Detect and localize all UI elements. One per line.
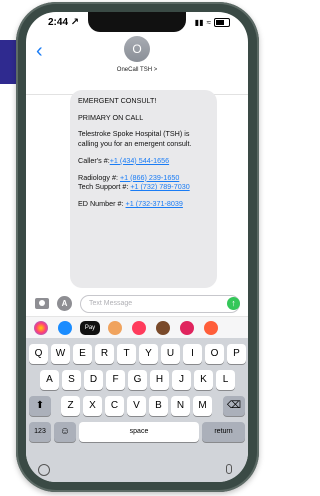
- battery-icon: [214, 18, 230, 27]
- status-icons: ▮▮ ≈: [195, 18, 230, 27]
- key-c[interactable]: C: [105, 396, 124, 416]
- shift-key[interactable]: ⬆: [29, 396, 51, 416]
- key-row-1: QWERTYUIOP: [26, 344, 248, 364]
- music-icon[interactable]: [156, 321, 170, 335]
- ed-phone-link[interactable]: +1 (732-371-8039: [126, 199, 183, 208]
- key-j[interactable]: J: [172, 370, 191, 390]
- ed-line: ED Number #: +1 (732-371-8039: [78, 199, 209, 209]
- app-drawer: Pay: [26, 316, 248, 339]
- key-h[interactable]: H: [150, 370, 169, 390]
- keyboard: QWERTYUIOP ASDFGHJKL ⬆ ⌫ ZXCVBNM 123 ☺ s…: [26, 338, 248, 482]
- key-t[interactable]: T: [117, 344, 136, 364]
- status-time: 2:44 ↗: [48, 17, 80, 28]
- key-f[interactable]: F: [106, 370, 125, 390]
- space-key[interactable]: space: [79, 422, 199, 442]
- caller-line: Caller's #:+1 (434) 544-1656: [78, 156, 209, 166]
- key-a[interactable]: A: [40, 370, 59, 390]
- key-e[interactable]: E: [73, 344, 92, 364]
- more-app-icon[interactable]: [204, 321, 218, 335]
- photos-icon[interactable]: [34, 321, 48, 335]
- key-q[interactable]: Q: [29, 344, 48, 364]
- key-n[interactable]: N: [171, 396, 190, 416]
- key-v[interactable]: V: [127, 396, 146, 416]
- key-o[interactable]: O: [205, 344, 224, 364]
- ed-label: ED Number #:: [78, 199, 124, 209]
- key-u[interactable]: U: [161, 344, 180, 364]
- camera-icon[interactable]: [35, 298, 49, 309]
- key-z[interactable]: Z: [61, 396, 80, 416]
- key-d[interactable]: D: [84, 370, 103, 390]
- key-i[interactable]: I: [183, 344, 202, 364]
- signal-icon: ▮▮: [194, 18, 204, 27]
- key-m[interactable]: M: [193, 396, 212, 416]
- notch: [88, 12, 186, 32]
- conversation-header: ‹ O OneCall TSH >: [26, 32, 248, 95]
- phone-screen: 2:44 ↗ ▮▮ ≈ ‹ O OneCall TSH > EMERGENT C…: [26, 12, 248, 482]
- key-w[interactable]: W: [51, 344, 70, 364]
- key-s[interactable]: S: [62, 370, 81, 390]
- microphone-icon[interactable]: [226, 464, 232, 474]
- caller-label: Caller's #:: [78, 155, 110, 165]
- message-line: PRIMARY ON CALL: [78, 112, 144, 122]
- radiology-line: Radiology #: +1 (866) 239-1650: [78, 173, 209, 183]
- globe-icon[interactable]: [38, 464, 50, 476]
- heart-icon[interactable]: [180, 321, 194, 335]
- key-p[interactable]: P: [227, 344, 246, 364]
- key-r[interactable]: R: [95, 344, 114, 364]
- key-x[interactable]: X: [83, 396, 102, 416]
- key-b[interactable]: B: [149, 396, 168, 416]
- tech-label: Tech Support #:: [78, 182, 129, 192]
- app-store-icon[interactable]: [58, 321, 72, 335]
- search-images-icon[interactable]: [132, 321, 146, 335]
- return-key[interactable]: return: [202, 422, 245, 442]
- radiology-phone-link[interactable]: +1 (866) 239-1650: [120, 173, 179, 182]
- caller-phone-link[interactable]: +1 (434) 544-1656: [110, 156, 169, 165]
- apple-pay-icon[interactable]: Pay: [80, 321, 100, 335]
- message-line: EMERGENT CONSULT!: [78, 96, 157, 105]
- send-button[interactable]: ↑: [227, 297, 240, 310]
- key-l[interactable]: L: [216, 370, 235, 390]
- memoji-icon[interactable]: [108, 321, 122, 335]
- wifi-icon: ≈: [206, 18, 211, 27]
- backspace-key[interactable]: ⌫: [223, 396, 245, 416]
- key-row-3: ⬆ ⌫ ZXCVBNM: [26, 396, 248, 416]
- keyboard-bottom-bar: [26, 462, 248, 482]
- key-y[interactable]: Y: [139, 344, 158, 364]
- emoji-key[interactable]: ☺: [54, 422, 76, 442]
- numbers-key[interactable]: 123: [29, 422, 51, 442]
- message-bubble: EMERGENT CONSULT! PRIMARY ON CALL Telest…: [70, 90, 217, 288]
- key-row-2: ASDFGHJKL: [26, 370, 248, 390]
- tech-phone-link[interactable]: +1 (732) 789-7030: [130, 182, 189, 191]
- radiology-label: Radiology #:: [78, 172, 118, 182]
- key-k[interactable]: K: [194, 370, 213, 390]
- key-row-4: 123 ☺ space return: [26, 422, 248, 442]
- avatar[interactable]: O: [124, 36, 150, 62]
- compose-bar: A Text Message ↑: [26, 294, 248, 316]
- message-line: Telestroke Spoke Hospital (TSH) is calli…: [78, 129, 192, 149]
- key-g[interactable]: G: [128, 370, 147, 390]
- apps-button[interactable]: A: [57, 296, 72, 311]
- message-input[interactable]: Text Message: [80, 295, 240, 313]
- tech-line: Tech Support #: +1 (732) 789-7030: [78, 182, 209, 192]
- contact-name[interactable]: OneCall TSH >: [26, 67, 248, 73]
- back-button[interactable]: ‹: [36, 40, 43, 63]
